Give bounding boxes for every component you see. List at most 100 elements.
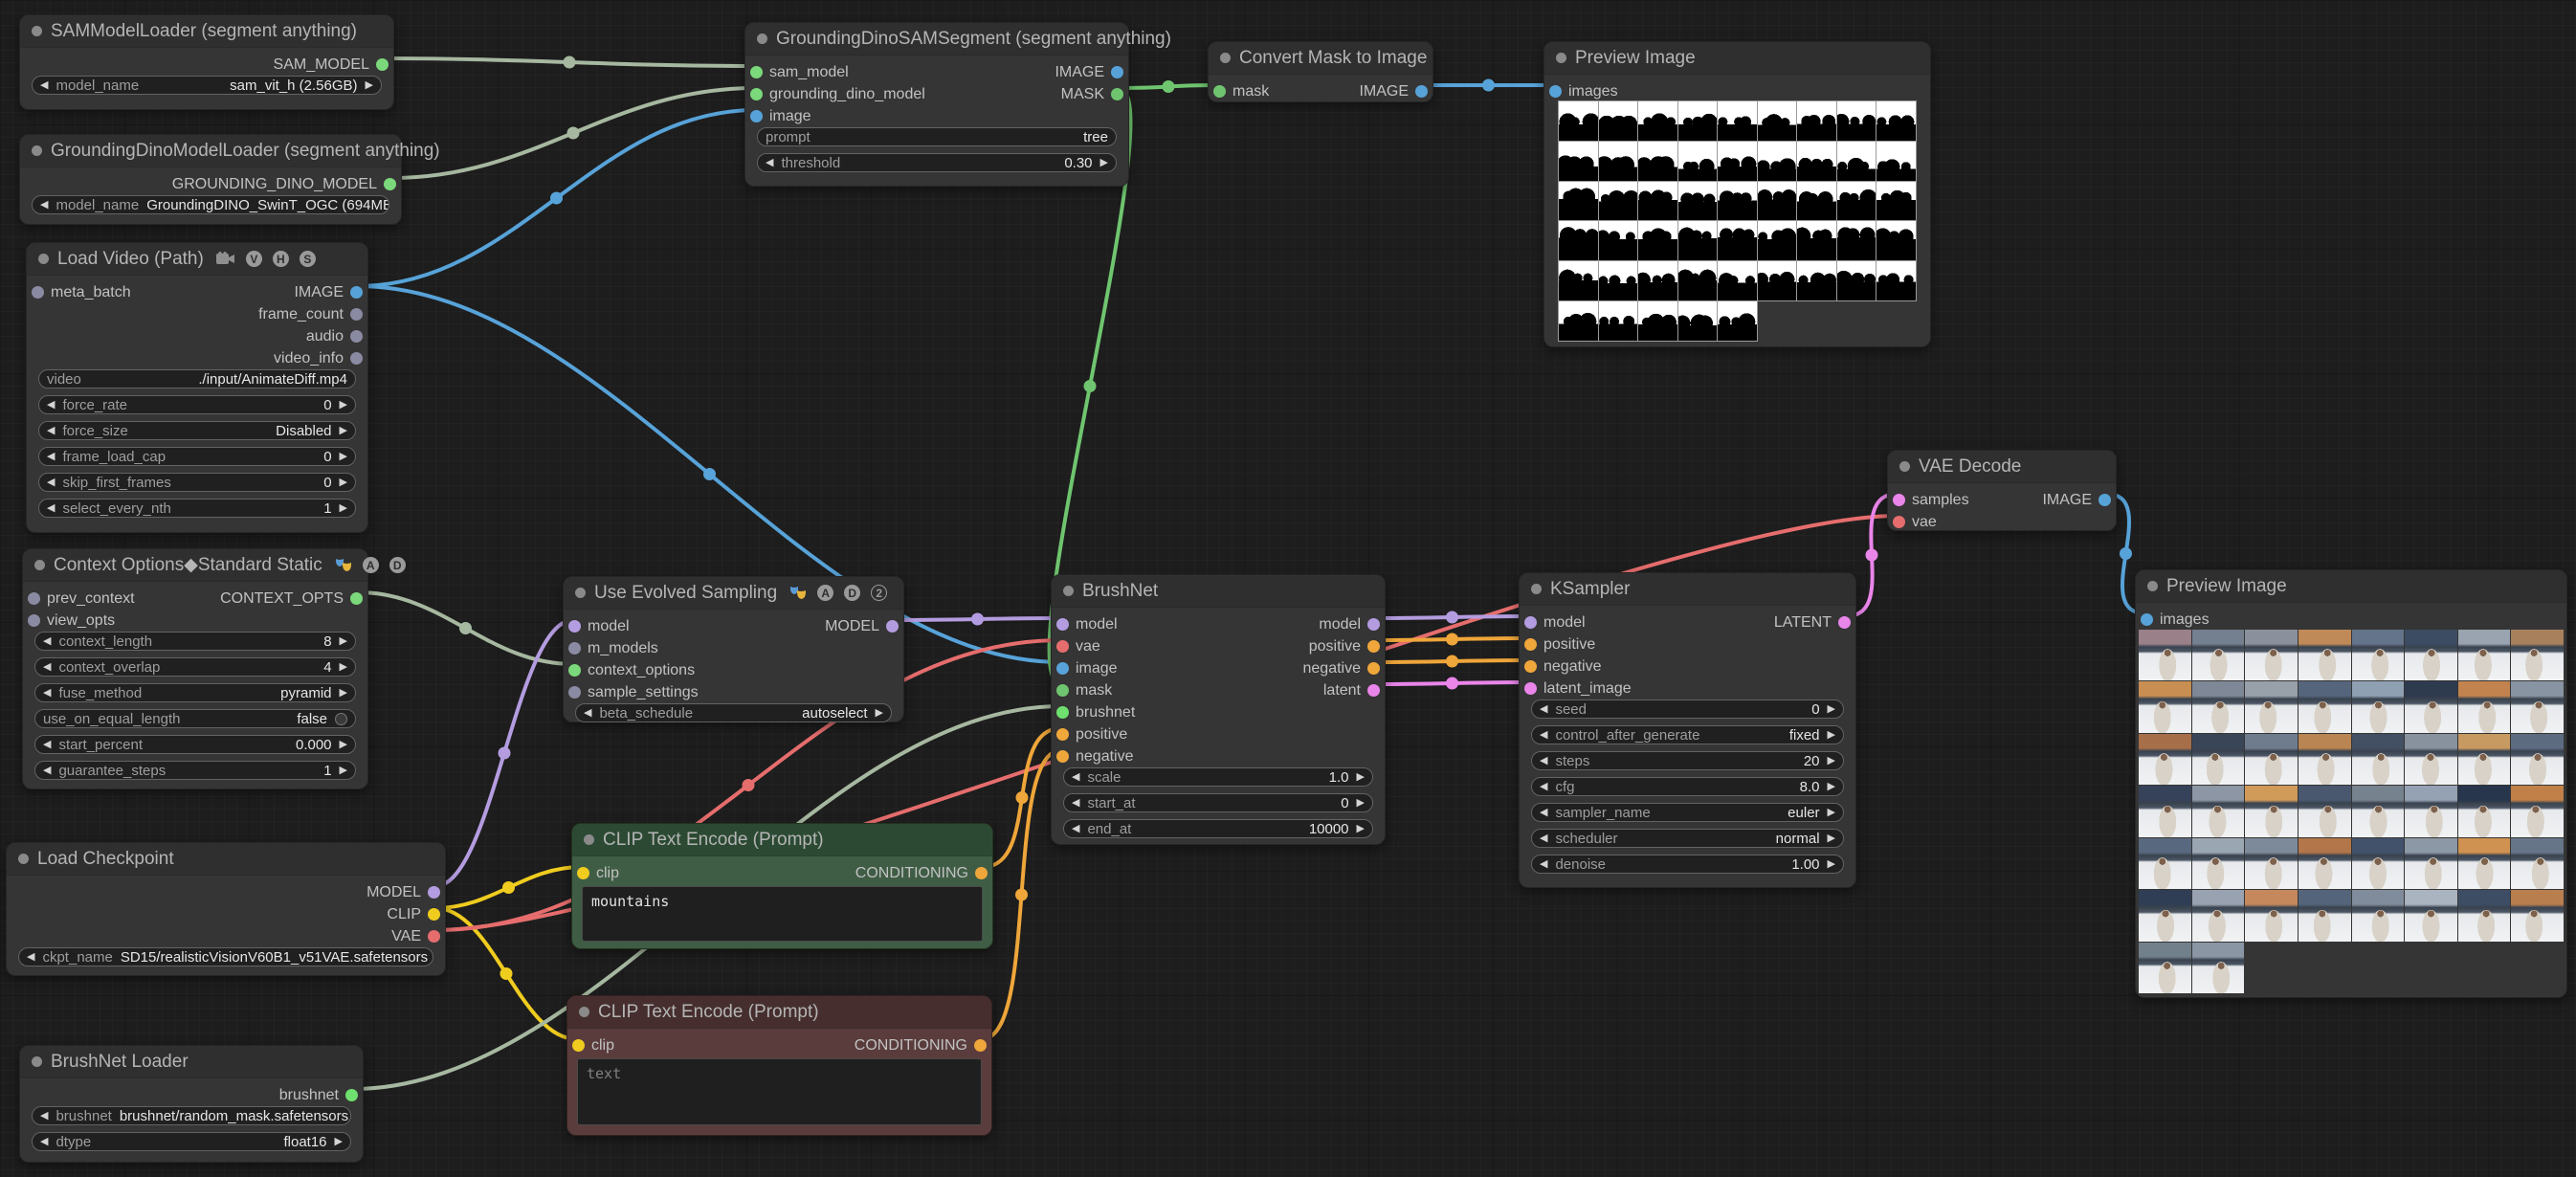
output-slot-dot[interactable]	[974, 1039, 987, 1052]
collapse-dot-icon[interactable]	[18, 854, 29, 864]
decrement-arrow-icon[interactable]: ◀	[43, 688, 51, 699]
widget-start_percent[interactable]: ◀start_percent0.000▶	[34, 735, 356, 754]
link-midpoint-dot[interactable]	[567, 127, 580, 140]
increment-arrow-icon[interactable]: ▶	[1828, 859, 1835, 870]
input-slot-dot[interactable]	[1056, 684, 1069, 697]
widget-scheduler[interactable]: ◀schedulernormal▶	[1531, 829, 1844, 848]
node-title-bar[interactable]: GroundingDinoModelLoader (segment anythi…	[20, 135, 401, 167]
link-midpoint-dot[interactable]	[502, 881, 515, 894]
increment-arrow-icon[interactable]: ▶	[335, 1137, 343, 1147]
output-slot-dot[interactable]	[376, 58, 389, 71]
widget-control_after_generate[interactable]: ◀control_after_generatefixed▶	[1531, 725, 1844, 744]
widget-guarantee_steps[interactable]: ◀guarantee_steps1▶	[34, 761, 356, 780]
decrement-arrow-icon[interactable]: ◀	[1540, 808, 1547, 818]
output-slot-dot[interactable]	[1367, 684, 1380, 697]
collapse-dot-icon[interactable]	[584, 834, 594, 845]
link-midpoint-dot[interactable]	[1866, 549, 1878, 562]
widget-force_rate[interactable]: ◀force_rate0▶	[38, 395, 356, 414]
output-slot-dot[interactable]	[428, 930, 440, 943]
node-sam_loader[interactable]: SAMModelLoader (segment anything)SAM_MOD…	[19, 14, 394, 110]
output-slot-dot[interactable]	[1367, 618, 1380, 631]
input-slot-dot[interactable]	[28, 614, 40, 627]
input-slot-dot[interactable]	[572, 1039, 585, 1052]
increment-arrow-icon[interactable]: ▶	[1828, 833, 1835, 844]
decrement-arrow-icon[interactable]: ◀	[47, 477, 55, 488]
node-title-bar[interactable]: Use Evolved SamplingAD2	[564, 577, 903, 610]
increment-arrow-icon[interactable]: ▶	[340, 766, 347, 776]
collapse-dot-icon[interactable]	[1899, 461, 1910, 472]
node-ksampler[interactable]: KSamplermodelLATENTpositivenegativelaten…	[1519, 572, 1856, 888]
node-load_checkpoint[interactable]: Load CheckpointMODELCLIPVAE◀ckpt_nameSD1…	[6, 842, 446, 976]
input-slot-dot[interactable]	[28, 592, 40, 605]
node-title-bar[interactable]: SAMModelLoader (segment anything)	[20, 15, 393, 48]
collapse-dot-icon[interactable]	[34, 560, 45, 570]
input-slot-dot[interactable]	[2141, 613, 2153, 626]
input-slot-dot[interactable]	[1893, 494, 1905, 506]
increment-arrow-icon[interactable]: ▶	[1357, 798, 1365, 809]
node-title-bar[interactable]: Preview Image	[2136, 570, 2566, 603]
decrement-arrow-icon[interactable]: ◀	[27, 952, 34, 963]
link-midpoint-dot[interactable]	[743, 779, 755, 791]
node-title-bar[interactable]: Context Options◆Standard StaticAD	[23, 549, 367, 582]
decrement-arrow-icon[interactable]: ◀	[40, 1111, 48, 1121]
link-midpoint-dot[interactable]	[1446, 655, 1458, 668]
increment-arrow-icon[interactable]: ▶	[1828, 756, 1835, 766]
decrement-arrow-icon[interactable]: ◀	[43, 766, 51, 776]
decrement-arrow-icon[interactable]: ◀	[1540, 833, 1547, 844]
prompt-textarea[interactable]: text	[577, 1058, 982, 1125]
node-dino_loader[interactable]: GroundingDinoModelLoader (segment anythi…	[19, 134, 402, 225]
node-brushnet[interactable]: BrushNetmodelmodelvaepositiveimagenegati…	[1051, 574, 1386, 845]
increment-arrow-icon[interactable]: ▶	[1357, 824, 1365, 834]
widget-sampler_name[interactable]: ◀sampler_nameeuler▶	[1531, 803, 1844, 822]
decrement-arrow-icon[interactable]: ◀	[40, 1137, 48, 1147]
widget-scale[interactable]: ◀scale1.0▶	[1063, 767, 1373, 787]
increment-arrow-icon[interactable]: ▶	[366, 80, 373, 91]
input-slot-dot[interactable]	[750, 110, 763, 122]
decrement-arrow-icon[interactable]: ◀	[766, 158, 773, 168]
collapse-dot-icon[interactable]	[1531, 584, 1542, 594]
output-slot-dot[interactable]	[1415, 85, 1428, 98]
input-slot-dot[interactable]	[1524, 682, 1537, 695]
decrement-arrow-icon[interactable]: ◀	[47, 426, 55, 436]
input-slot-dot[interactable]	[1056, 750, 1069, 763]
decrement-arrow-icon[interactable]: ◀	[43, 662, 51, 673]
output-slot-dot[interactable]	[1367, 640, 1380, 653]
link-midpoint-dot[interactable]	[1016, 791, 1029, 804]
output-slot-dot[interactable]	[2099, 494, 2111, 506]
increment-arrow-icon[interactable]: ▶	[1828, 808, 1835, 818]
link-midpoint-dot[interactable]	[1084, 380, 1097, 392]
widget-end_at[interactable]: ◀end_at10000▶	[1063, 819, 1373, 838]
widget-context_overlap[interactable]: ◀context_overlap4▶	[34, 657, 356, 677]
node-segment[interactable]: GroundingDinoSAMSegment (segment anythin…	[744, 22, 1129, 187]
increment-arrow-icon[interactable]: ▶	[340, 426, 347, 436]
widget-seed[interactable]: ◀seed0▶	[1531, 700, 1844, 719]
output-slot-dot[interactable]	[345, 1089, 358, 1101]
widget-prompt[interactable]: prompttree	[757, 127, 1117, 146]
node-brushnet_loader[interactable]: BrushNet Loaderbrushnet◀brushnetbrushnet…	[19, 1045, 364, 1163]
output-slot-dot[interactable]	[428, 908, 440, 921]
output-slot-dot[interactable]	[350, 352, 363, 365]
widget-ckpt_name[interactable]: ◀ckpt_nameSD15/realisticVisionV60B1_v51V…	[18, 947, 433, 966]
widget-beta_schedule[interactable]: ◀beta_scheduleautoselect▶	[575, 703, 892, 722]
collapse-dot-icon[interactable]	[575, 588, 586, 598]
link-midpoint-dot[interactable]	[2120, 547, 2132, 560]
link-midpoint-dot[interactable]	[1446, 611, 1458, 624]
input-slot-dot[interactable]	[568, 620, 581, 633]
input-slot-dot[interactable]	[750, 88, 763, 100]
decrement-arrow-icon[interactable]: ◀	[1072, 772, 1079, 783]
increment-arrow-icon[interactable]: ▶	[340, 688, 347, 699]
widget-model_name[interactable]: ◀model_nameGroundingDINO_SwinT_OGC (694M…	[32, 195, 389, 214]
widget-denoise[interactable]: ◀denoise1.00▶	[1531, 855, 1844, 874]
collapse-dot-icon[interactable]	[1220, 53, 1231, 63]
node-title-bar[interactable]: VAE Decode	[1888, 451, 2116, 483]
input-slot-dot[interactable]	[1524, 616, 1537, 629]
widget-model_name[interactable]: ◀model_namesam_vit_h (2.56GB)▶	[32, 76, 382, 95]
decrement-arrow-icon[interactable]: ◀	[1072, 824, 1079, 834]
decrement-arrow-icon[interactable]: ◀	[1540, 730, 1547, 741]
collapse-dot-icon[interactable]	[757, 33, 767, 44]
collapse-dot-icon[interactable]	[32, 26, 42, 36]
output-slot-dot[interactable]	[1111, 88, 1123, 100]
link-midpoint-dot[interactable]	[459, 622, 472, 634]
output-slot-dot[interactable]	[350, 592, 363, 605]
input-slot-dot[interactable]	[568, 642, 581, 655]
